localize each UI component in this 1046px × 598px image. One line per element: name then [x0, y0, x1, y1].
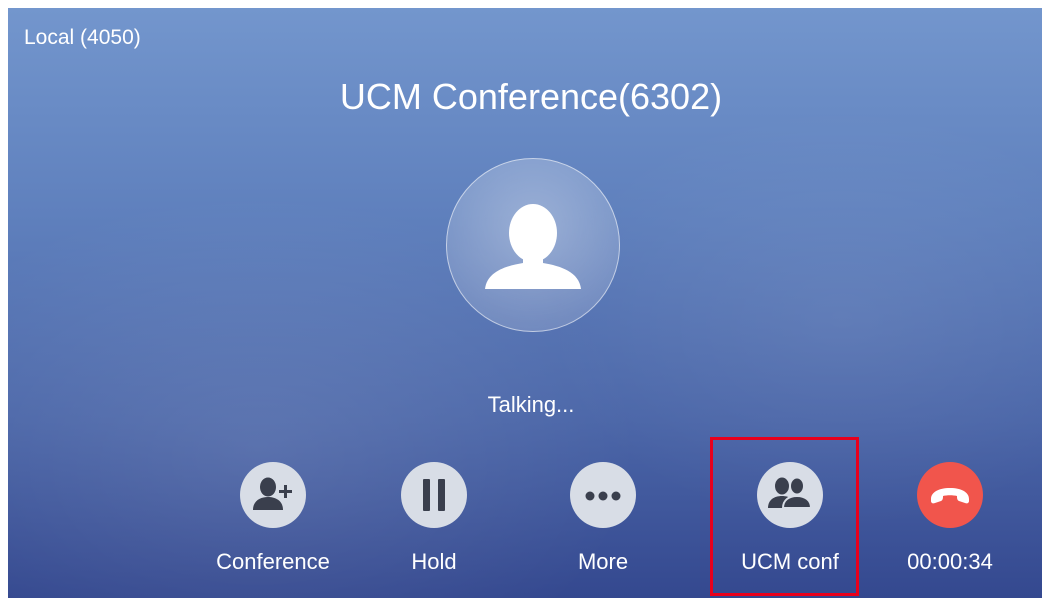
hold-label: Hold [411, 549, 457, 574]
person-silhouette-icon [485, 204, 581, 289]
more-label: More [577, 549, 629, 574]
ucm-conf-label: UCM conf [741, 549, 839, 574]
ellipsis-icon [585, 491, 621, 501]
hold-button-circle[interactable] [401, 462, 467, 528]
conference-button-circle[interactable] [240, 462, 306, 528]
more-button[interactable]: More [523, 462, 683, 575]
contact-avatar [446, 158, 620, 332]
more-button-circle[interactable] [570, 462, 636, 528]
hang-up-icon [931, 488, 969, 504]
call-screen: Local (4050) UCM Conference(6302) Talkin… [0, 0, 1046, 598]
ucm-conf-button[interactable]: UCM conf [710, 462, 870, 575]
conference-button[interactable]: Conference [193, 462, 353, 575]
hold-button[interactable]: Hold [354, 462, 514, 575]
remote-party-name: UCM Conference(6302) [339, 76, 723, 117]
add-person-icon [253, 477, 292, 510]
hang-up-button-circle[interactable] [917, 462, 983, 528]
group-icon [768, 476, 813, 509]
account-line-label: Local (4050) [24, 26, 141, 49]
call-duration: 00:00:34 [907, 549, 993, 574]
call-status: Talking... [487, 392, 575, 417]
ucm-conf-button-circle[interactable] [757, 462, 823, 528]
conference-label: Conference [216, 549, 330, 574]
pause-icon [423, 479, 445, 511]
hang-up-button[interactable]: 00:00:34 [870, 462, 1030, 575]
